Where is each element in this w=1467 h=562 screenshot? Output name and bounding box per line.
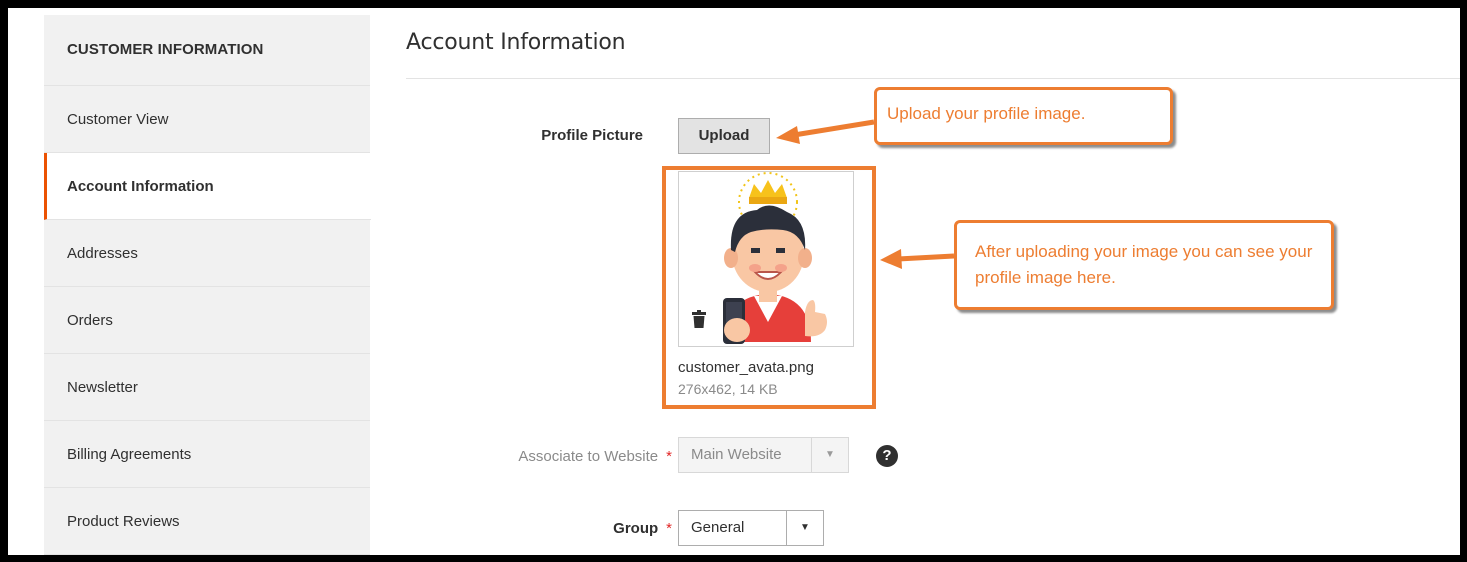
screenshot-frame: CUSTOMER INFORMATION Customer View Accou… xyxy=(8,8,1460,555)
preview-callout-arrow xyxy=(880,249,955,269)
upload-callout-arrow xyxy=(776,119,875,144)
callout-arrows xyxy=(776,119,955,269)
